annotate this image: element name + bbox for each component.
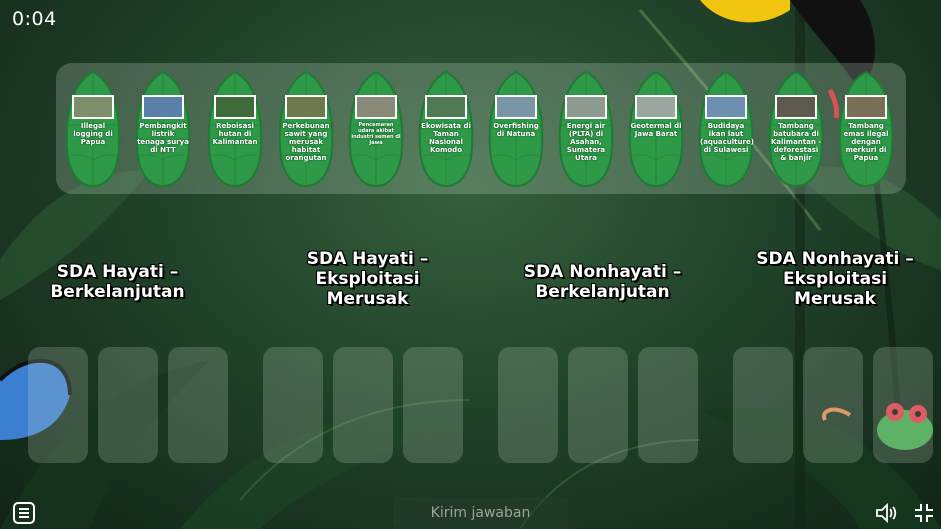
card-photo	[285, 95, 327, 119]
timer: 0:04	[12, 8, 57, 30]
speaker-icon[interactable]	[875, 502, 899, 524]
leaf-card[interactable]: Geotermal di Jawa Barat	[625, 70, 687, 188]
category-heading-nonhayati-berkelanjutan: SDA Nonhayati – Berkelanjutan	[523, 262, 682, 302]
card-photo	[72, 95, 114, 119]
leaf-card[interactable]: Perkebunan sawit yang merusak habitat or…	[275, 70, 337, 188]
drop-slot[interactable]	[638, 347, 698, 463]
card-photo	[355, 95, 397, 119]
category-heading-hayati-eksploitasi: SDA Hayati – Eksploitasi Merusak	[306, 249, 429, 309]
card-label: Reboisasi hutan di Kalimantan	[212, 122, 258, 146]
leaf-card[interactable]: Ekowisata di Taman Nasional Komodo	[415, 70, 477, 188]
card-photo	[775, 95, 817, 119]
card-label: Perkebunan sawit yang merusak habitat or…	[282, 122, 330, 162]
exit-fullscreen-icon[interactable]	[913, 502, 935, 524]
category-heading-hayati-berkelanjutan: SDA Hayati – Berkelanjutan	[50, 262, 185, 302]
leaf-card[interactable]: Overfishing di Natuna	[485, 70, 547, 188]
card-photo	[495, 95, 537, 119]
card-photo	[705, 95, 747, 119]
card-photo	[565, 95, 607, 119]
card-label: Pembangkit listrik tenaga surya di NTT	[137, 122, 189, 154]
drop-slot[interactable]	[873, 347, 933, 463]
card-label: Tambang batubara di Kalimantan - defores…	[770, 122, 822, 162]
card-label: Pencemaran udara akibat industri semen d…	[351, 122, 401, 146]
leaf-card[interactable]: Tambang batubara di Kalimantan - defores…	[765, 70, 827, 188]
card-photo	[214, 95, 256, 119]
card-label: Geotermal di Jawa Barat	[630, 122, 682, 138]
leaf-card[interactable]: Pencemaran udara akibat industri semen d…	[345, 70, 407, 188]
card-label: Budidaya ikan laut (aquaculture) di Sula…	[700, 122, 754, 154]
card-photo	[635, 95, 677, 119]
card-photo	[142, 95, 184, 119]
menu-icon[interactable]	[13, 502, 35, 524]
leaf-card[interactable]: Pembangkit listrik tenaga surya di NTT	[132, 70, 194, 188]
drop-slot[interactable]	[498, 347, 558, 463]
card-label: Ekowisata di Taman Nasional Komodo	[421, 122, 471, 154]
card-label: Energi air (PLTA) di Asahan, Sumatera Ut…	[566, 122, 606, 162]
card-photo	[845, 95, 887, 119]
drop-slot[interactable]	[168, 347, 228, 463]
category-heading-nonhayati-eksploitasi: SDA Nonhayati – Eksploitasi Merusak	[756, 249, 914, 309]
card-label: Illegal logging di Papua	[73, 122, 113, 146]
drop-slot[interactable]	[28, 347, 88, 463]
leaf-card[interactable]: Energi air (PLTA) di Asahan, Sumatera Ut…	[555, 70, 617, 188]
leaf-card[interactable]: Reboisasi hutan di Kalimantan	[204, 70, 266, 188]
drop-slot[interactable]	[733, 347, 793, 463]
drop-slot[interactable]	[98, 347, 158, 463]
drop-slot[interactable]	[568, 347, 628, 463]
card-label: Tambang emas ilegal dengan merkuri di Pa…	[843, 122, 889, 162]
card-photo	[425, 95, 467, 119]
drop-slot[interactable]	[333, 347, 393, 463]
leaf-card[interactable]: Illegal logging di Papua	[62, 70, 124, 188]
drop-slot[interactable]	[403, 347, 463, 463]
leaf-card[interactable]: Tambang emas ilegal dengan merkuri di Pa…	[835, 70, 897, 188]
card-label: Overfishing di Natuna	[493, 122, 539, 138]
submit-answer-button[interactable]: Kirim jawaban	[393, 497, 568, 529]
leaf-card[interactable]: Budidaya ikan laut (aquaculture) di Sula…	[695, 70, 757, 188]
drop-slot[interactable]	[263, 347, 323, 463]
drop-slot[interactable]	[803, 347, 863, 463]
